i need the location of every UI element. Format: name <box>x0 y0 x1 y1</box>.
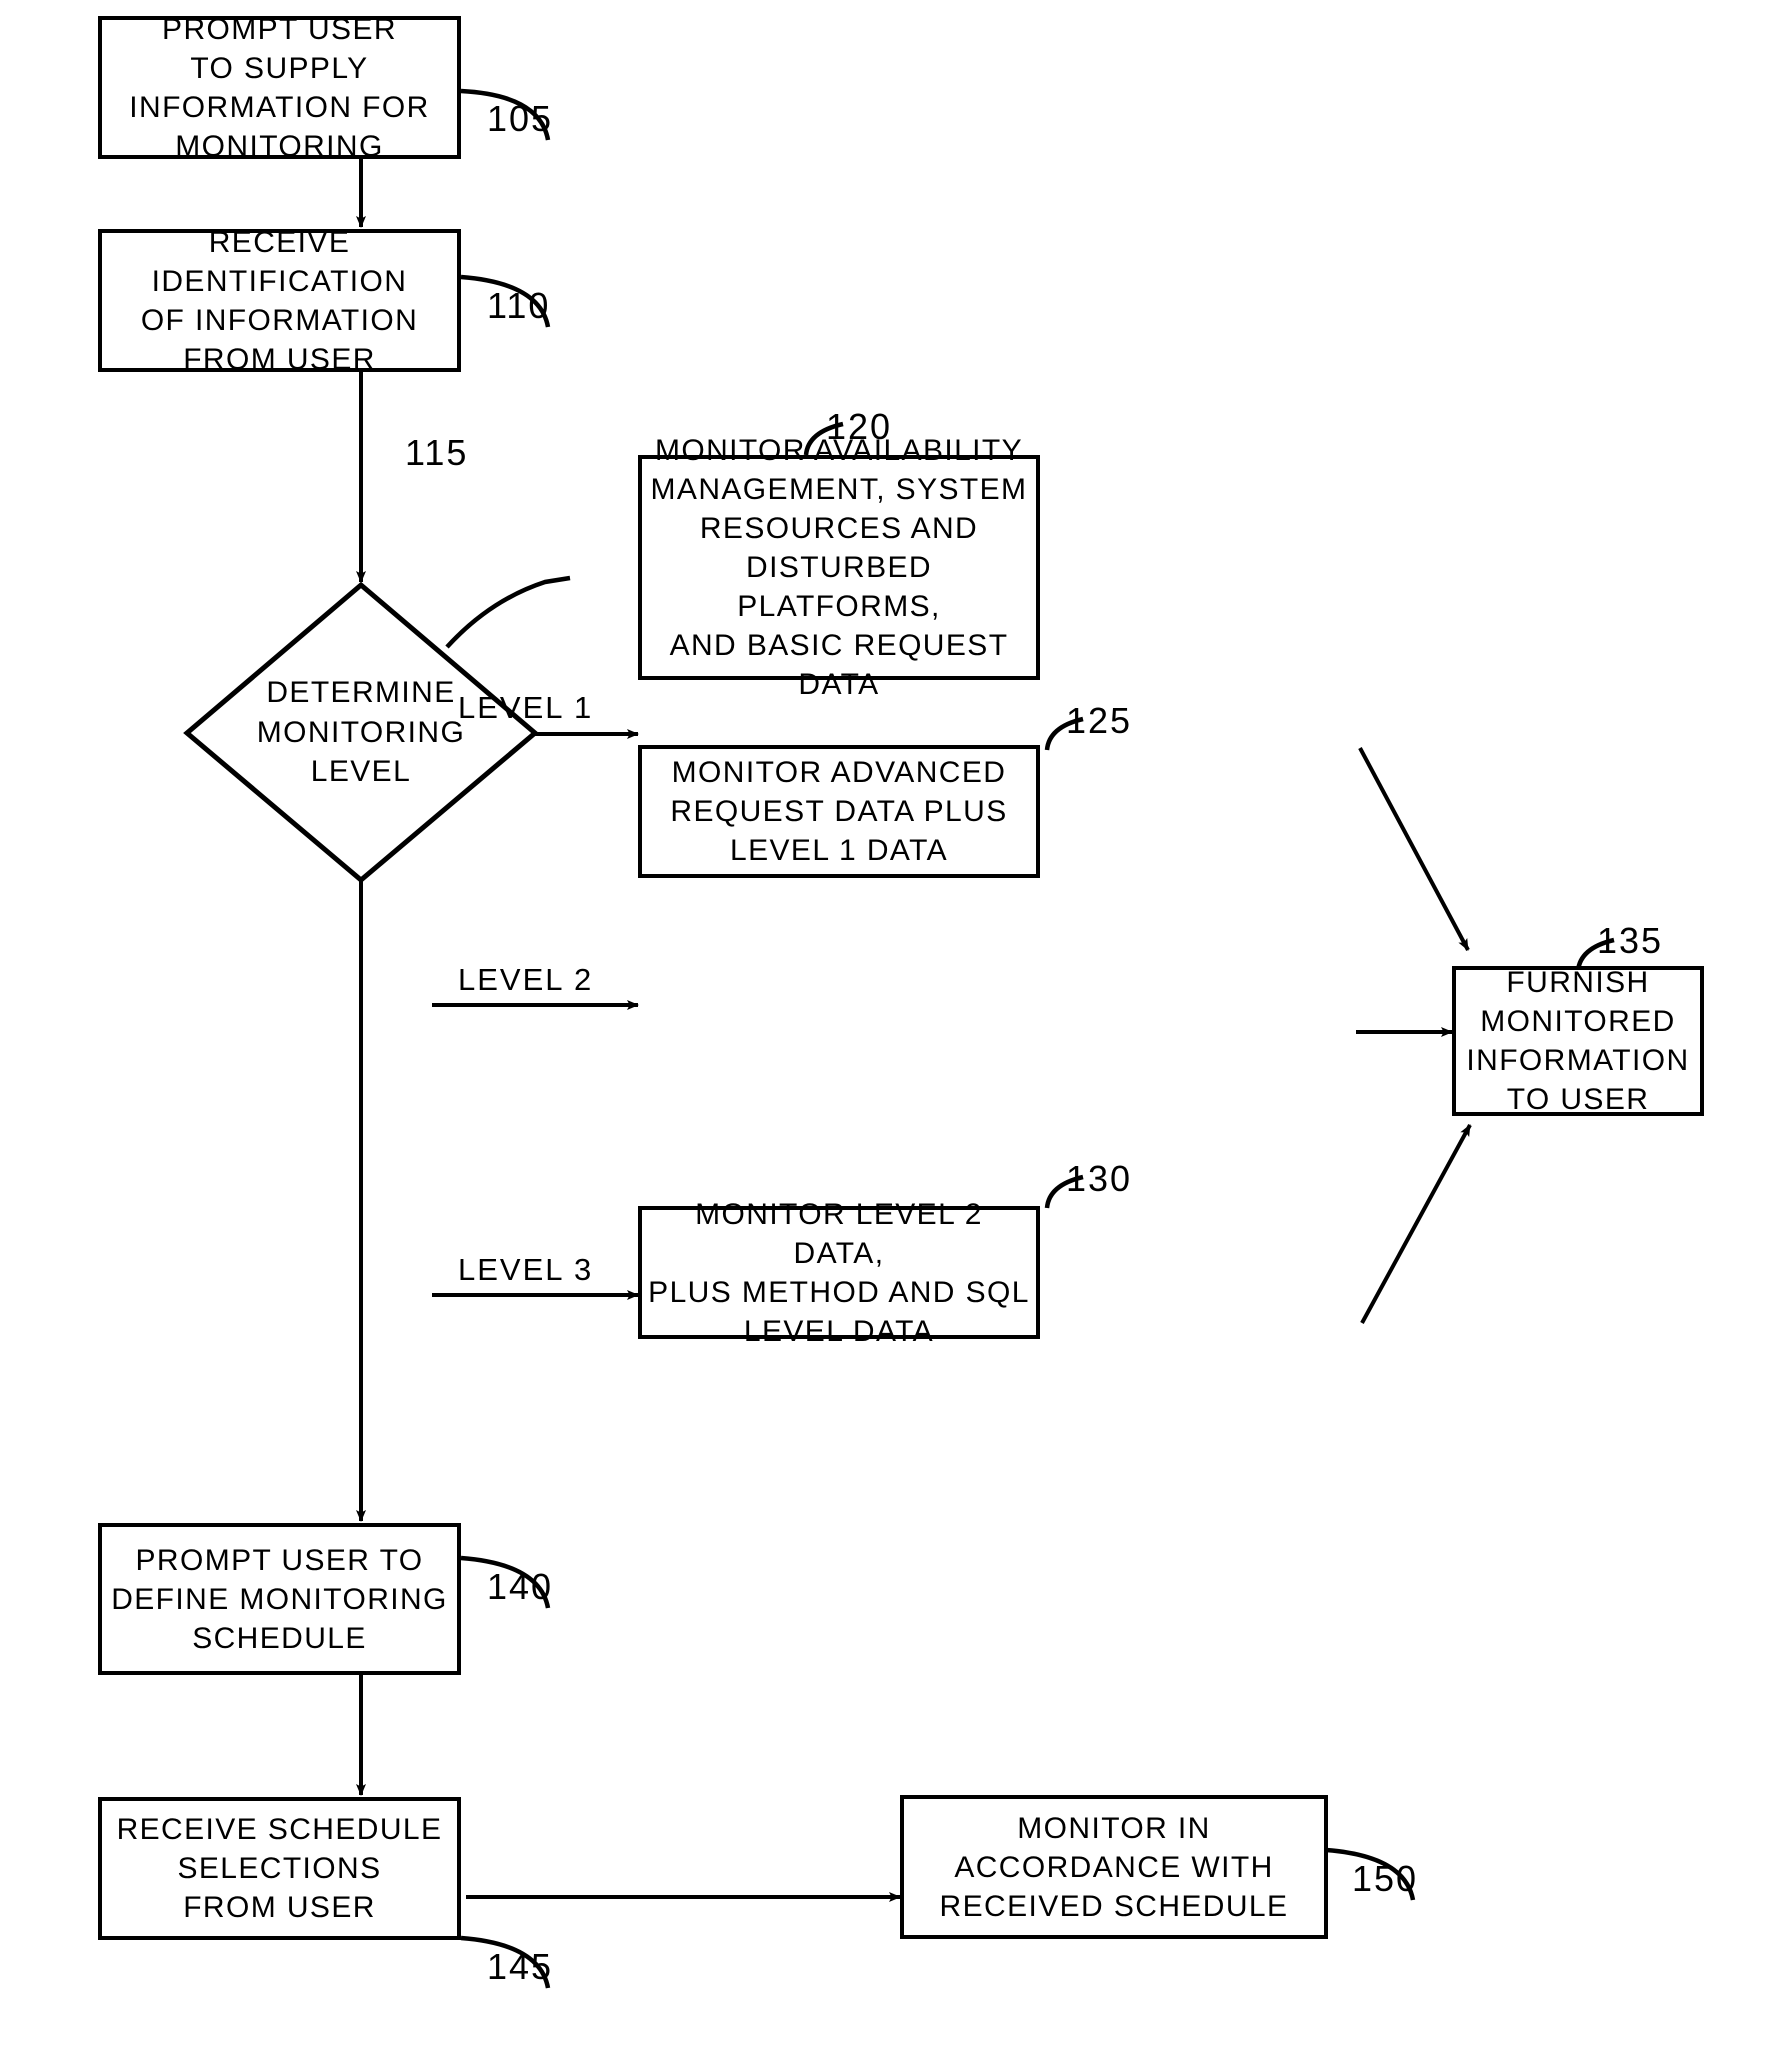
node-105-label: PROMPT USER TO SUPPLY INFORMATION FOR MO… <box>129 12 430 163</box>
node-140-label: PROMPT USER TO DEFINE MONITORING SCHEDUL… <box>111 1543 448 1655</box>
ref-number-125: 125 <box>1066 700 1133 741</box>
node-125-monitor-advanced-request-data[interactable]: MONITOR ADVANCED REQUEST DATA PLUS LEVEL… <box>638 745 1040 878</box>
connector-130-to-135 <box>1360 1124 1472 1324</box>
flowchart-canvas: PROMPT USER TO SUPPLY INFORMATION FOR MO… <box>0 0 1786 2068</box>
node-130-monitor-level2-data[interactable]: MONITOR LEVEL 2 DATA, PLUS METHOD AND SQ… <box>638 1198 1040 1348</box>
ref-number-135: 135 <box>1597 920 1664 961</box>
node-115-label: DETERMINE MONITORING LEVEL <box>256 676 466 789</box>
node-140-prompt-define-schedule[interactable]: PROMPT USER TO DEFINE MONITORING SCHEDUL… <box>98 1523 461 1675</box>
edge-label-level-3: LEVEL 3 <box>458 1252 594 1287</box>
edge-label-level-1: LEVEL 1 <box>458 690 594 725</box>
ref-number-110: 110 <box>487 285 551 326</box>
node-125-label: MONITOR ADVANCED REQUEST DATA PLUS LEVEL… <box>670 756 1008 867</box>
ref-number-105: 105 <box>487 98 554 139</box>
ref-number-120: 120 <box>826 406 893 447</box>
node-110-label: RECEIVE IDENTIFICATION OF INFORMATION FR… <box>140 225 419 376</box>
connector-120-to-135 <box>1358 747 1470 951</box>
node-105-prompt-user-supply-info[interactable]: PROMPT USER TO SUPPLY INFORMATION FOR MO… <box>98 13 461 163</box>
node-135-label: FURNISH MONITORED INFORMATION TO USER <box>1466 966 1690 1116</box>
node-110-receive-identification[interactable]: RECEIVE IDENTIFICATION OF INFORMATION FR… <box>98 226 461 376</box>
ref-number-130: 130 <box>1066 1158 1133 1199</box>
node-130-label: MONITOR LEVEL 2 DATA, PLUS METHOD AND SQ… <box>648 1197 1030 1348</box>
ref-number-150: 150 <box>1352 1858 1419 1899</box>
edge-label-level-2: LEVEL 2 <box>458 962 594 997</box>
ref-number-140: 140 <box>487 1566 554 1607</box>
node-150-monitor-in-accordance[interactable]: MONITOR IN ACCORDANCE WITH RECEIVED SCHE… <box>900 1795 1328 1939</box>
node-150-label: MONITOR IN ACCORDANCE WITH RECEIVED SCHE… <box>939 1811 1289 1923</box>
ref-number-145: 145 <box>487 1946 554 1987</box>
node-145-label: RECEIVE SCHEDULE SELECTIONS FROM USER <box>116 1813 443 1924</box>
node-115-determine-monitoring-level[interactable]: DETERMINE MONITORING LEVEL <box>187 585 535 880</box>
ref-number-115: 115 <box>405 432 469 473</box>
node-135-furnish-monitored-information[interactable]: FURNISH MONITORED INFORMATION TO USER <box>1452 966 1704 1116</box>
node-120-label: MONITOR AVAILABILITY MANAGEMENT, SYSTEM … <box>650 434 1028 701</box>
node-120-monitor-availability[interactable]: MONITOR AVAILABILITY MANAGEMENT, SYSTEM … <box>638 434 1040 701</box>
node-145-receive-schedule-selections[interactable]: RECEIVE SCHEDULE SELECTIONS FROM USER <box>98 1797 461 1940</box>
